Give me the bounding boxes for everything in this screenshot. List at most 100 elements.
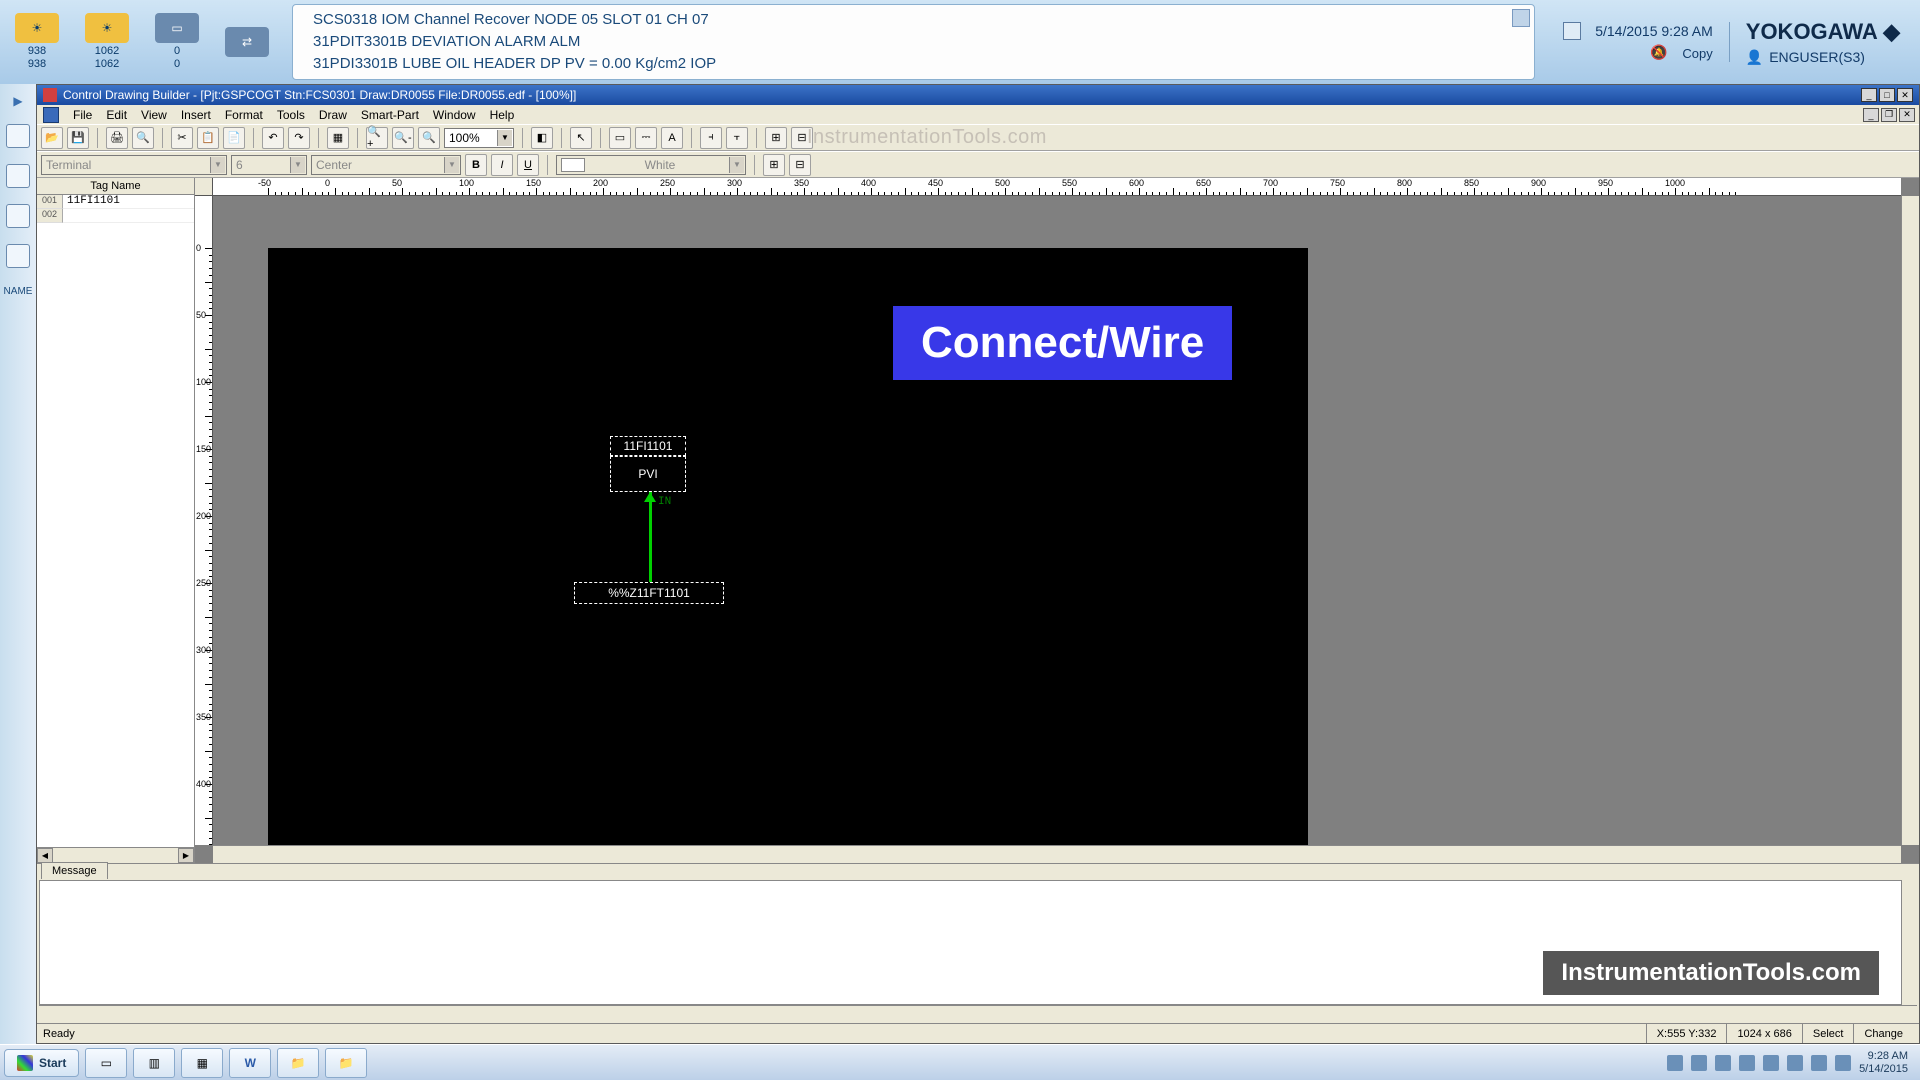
copy-button[interactable]: Copy — [1682, 46, 1712, 61]
menu-help[interactable]: Help — [490, 108, 515, 122]
tray-icon[interactable] — [1835, 1055, 1851, 1071]
canvas-page[interactable]: Connect/Wire 11FI1101 PVI IN %%Z11FT1101 — [268, 248, 1308, 845]
alarm-widget-2[interactable]: ☀ 10621062 — [78, 13, 136, 71]
wire-tool[interactable]: ⎓ — [635, 127, 657, 149]
alarm-widget-1[interactable]: ☀ 938938 — [8, 13, 66, 71]
tag-hscroll[interactable]: ◀ ▶ — [37, 847, 194, 863]
pointer-tool[interactable]: ↖ — [570, 127, 592, 149]
font-combo[interactable]: Terminal▼ — [41, 155, 227, 175]
align-tool-2[interactable]: ⫟ — [726, 127, 748, 149]
align-combo[interactable]: Center▼ — [311, 155, 461, 175]
doc-close-button[interactable]: ✕ — [1899, 108, 1915, 122]
cut-button[interactable]: ✂ — [171, 127, 193, 149]
layout-tool-2[interactable]: ⊟ — [789, 154, 811, 176]
doc-restore-button[interactable]: ❐ — [1881, 108, 1897, 122]
layout-tool-1[interactable]: ⊞ — [763, 154, 785, 176]
rail-button-3[interactable] — [6, 204, 30, 228]
panel-icon[interactable] — [1563, 22, 1581, 40]
mute-icon[interactable]: 🔕 — [1650, 44, 1668, 62]
rail-button-2[interactable] — [6, 164, 30, 188]
open-button[interactable]: 📂 — [41, 127, 63, 149]
zoom-in-button[interactable]: 🔍+ — [366, 127, 388, 149]
draw-hscroll[interactable] — [213, 845, 1901, 863]
alarm-widget-3[interactable]: ▭ 00 — [148, 13, 206, 71]
function-block-tag[interactable]: 11FI1101 — [610, 436, 686, 456]
canvas-viewport[interactable]: Connect/Wire 11FI1101 PVI IN %%Z11FT1101 — [213, 196, 1901, 845]
tray-clock[interactable]: 9:28 AM 5/14/2015 — [1859, 1050, 1908, 1076]
wire-label: IN — [658, 496, 671, 508]
tray-icon[interactable] — [1667, 1055, 1683, 1071]
doc-minimize-button[interactable]: _ — [1863, 108, 1879, 122]
start-button[interactable]: Start — [4, 1049, 79, 1077]
link-widget[interactable]: ⇄ — [218, 27, 276, 57]
zoom-out-button[interactable]: 🔍- — [392, 127, 414, 149]
tray-icon[interactable] — [1691, 1055, 1707, 1071]
menu-edit[interactable]: Edit — [106, 108, 127, 122]
tag-header[interactable]: Tag Name — [37, 178, 194, 195]
menu-insert[interactable]: Insert — [181, 108, 211, 122]
info-scroll-icon[interactable] — [1512, 9, 1530, 27]
fill-combo[interactable]: White▼ — [556, 155, 746, 175]
tray-icon[interactable] — [1763, 1055, 1779, 1071]
grid-button[interactable]: ▦ — [327, 127, 349, 149]
zoom-fit-button[interactable]: 🔍 — [418, 127, 440, 149]
ruler-vertical: 050100150200250300350400450 — [195, 196, 213, 845]
rail-button-4[interactable] — [6, 244, 30, 268]
alarm-info-panel[interactable]: SCS0318 IOM Channel Recover NODE 05 SLOT… — [292, 4, 1535, 80]
task-button-4[interactable]: W — [229, 1048, 271, 1078]
link-icon: ⇄ — [225, 27, 269, 57]
maximize-button[interactable]: □ — [1879, 88, 1895, 102]
message-vscroll[interactable] — [1901, 880, 1917, 1005]
draw-vscroll[interactable] — [1901, 196, 1919, 845]
print-button[interactable]: 🖨 — [106, 127, 128, 149]
doc-icon[interactable] — [43, 107, 59, 123]
undo-button[interactable]: ↶ — [262, 127, 284, 149]
tray-icon[interactable] — [1787, 1055, 1803, 1071]
menu-window[interactable]: Window — [433, 108, 476, 122]
menu-smartpart[interactable]: Smart-Part — [361, 108, 419, 122]
align-tool-1[interactable]: ⫞ — [700, 127, 722, 149]
tray-icon[interactable] — [1739, 1055, 1755, 1071]
redo-button[interactable]: ↷ — [288, 127, 310, 149]
tag-table[interactable]: 001 11FI1101 002 — [37, 195, 194, 847]
tray-icon[interactable] — [1811, 1055, 1827, 1071]
preview-button[interactable]: 🔍 — [132, 127, 154, 149]
message-tab[interactable]: Message — [41, 862, 108, 879]
function-block-type[interactable]: PVI — [610, 456, 686, 492]
scroll-right-icon[interactable]: ▶ — [178, 848, 194, 863]
task-button-1[interactable]: ▭ — [85, 1048, 127, 1078]
minimize-button[interactable]: _ — [1861, 88, 1877, 102]
save-button[interactable]: 💾 — [67, 127, 89, 149]
menu-tools[interactable]: Tools — [277, 108, 305, 122]
text-tool[interactable]: A — [661, 127, 683, 149]
fontsize-combo[interactable]: 6▼ — [231, 155, 307, 175]
copy-button[interactable]: 📋 — [197, 127, 219, 149]
window-titlebar[interactable]: Control Drawing Builder - [Pjt:GSPCOGT S… — [37, 85, 1919, 105]
io-block[interactable]: %%Z11FT1101 — [574, 582, 724, 604]
tool-misc-1[interactable]: ◧ — [531, 127, 553, 149]
underline-button[interactable]: U — [517, 154, 539, 176]
close-button[interactable]: ✕ — [1897, 88, 1913, 102]
user-button[interactable]: 👤 ENGUSER(S3) — [1746, 49, 1865, 66]
italic-button[interactable]: I — [491, 154, 513, 176]
scroll-left-icon[interactable]: ◀ — [37, 848, 53, 863]
bold-button[interactable]: B — [465, 154, 487, 176]
zoom-combo[interactable]: 100%▼ — [444, 128, 514, 148]
task-button-5[interactable]: 📁 — [277, 1048, 319, 1078]
rail-collapse-icon[interactable]: ▶ — [13, 94, 22, 108]
menu-draw[interactable]: Draw — [319, 108, 347, 122]
wire[interactable] — [649, 492, 652, 582]
task-button-6[interactable]: 📁 — [325, 1048, 367, 1078]
block-tool[interactable]: ▭ — [609, 127, 631, 149]
dist-tool-1[interactable]: ⊞ — [765, 127, 787, 149]
menu-file[interactable]: File — [73, 108, 92, 122]
tray-icon[interactable] — [1715, 1055, 1731, 1071]
task-button-2[interactable]: ▥ — [133, 1048, 175, 1078]
menu-view[interactable]: View — [141, 108, 167, 122]
message-hscroll[interactable] — [39, 1005, 1917, 1021]
paste-button[interactable]: 📄 — [223, 127, 245, 149]
rail-button-1[interactable] — [6, 124, 30, 148]
task-button-3[interactable]: ▦ — [181, 1048, 223, 1078]
menu-format[interactable]: Format — [225, 108, 263, 122]
workspace: Tag Name 001 11FI1101 002 ◀ ▶ -500501001… — [37, 178, 1919, 863]
